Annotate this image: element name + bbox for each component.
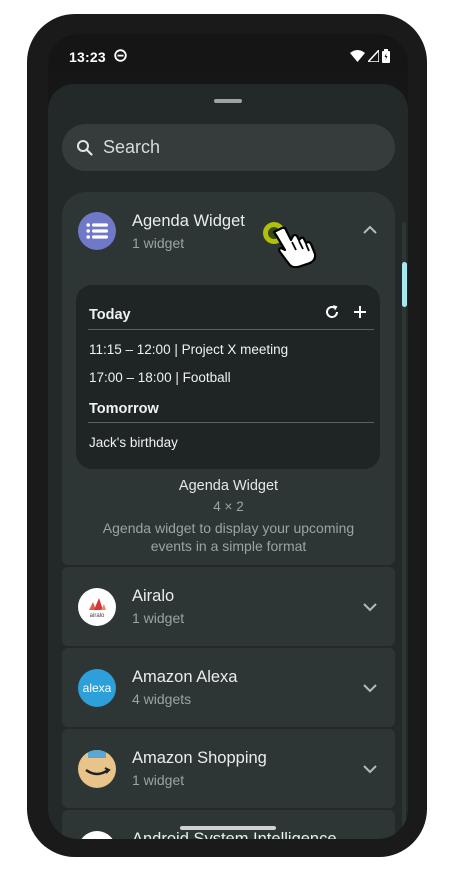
battery-icon: [382, 49, 390, 63]
widget-info: Agenda Widget 4 × 2 Agenda widget to dis…: [62, 478, 395, 555]
app-name: Airalo: [132, 587, 175, 605]
widget-description: Agenda widget to display your upcoming e…: [102, 520, 355, 554]
event-item: Jack's birthday: [89, 435, 178, 450]
gesture-nav-bar[interactable]: [180, 826, 276, 830]
scrollbar-track: [402, 222, 406, 839]
screen: 13:23 Search Agenda Widget 1 widget Toda…: [48, 34, 408, 839]
dnd-icon: [114, 49, 127, 65]
app-header-agenda-widget[interactable]: Agenda Widget 1 widget: [62, 192, 395, 270]
app-name: Amazon Alexa: [132, 668, 238, 686]
status-time: 13:23: [69, 49, 106, 65]
app-row-amazon-alexa[interactable]: alexa Amazon Alexa 4 widgets: [62, 648, 395, 727]
app-name: Amazon Shopping: [132, 749, 267, 767]
chevron-down-icon[interactable]: [361, 600, 379, 614]
drag-handle[interactable]: [214, 99, 242, 103]
cell-signal-icon: [368, 50, 379, 62]
alexa-logo-text: alexa: [82, 681, 112, 695]
preview-actions: [324, 304, 368, 320]
widget-count: 1 widget: [132, 610, 185, 626]
divider: [88, 329, 374, 330]
event-item: 11:15 – 12:00 | Project X meeting: [89, 342, 289, 357]
wifi-icon: [350, 50, 365, 62]
scrollbar-thumb[interactable]: [402, 262, 407, 307]
search-placeholder: Search: [103, 137, 161, 157]
chevron-down-icon[interactable]: [361, 762, 379, 776]
event-item: 17:00 – 18:00 | Football: [89, 370, 231, 385]
app-widget-list: Agenda Widget 1 widget Today 11:15 – 12:…: [62, 192, 395, 839]
status-icons: [350, 49, 390, 63]
today-label: Today: [89, 307, 131, 323]
widget-title: Agenda Widget: [178, 478, 279, 494]
alexa-logo-icon: alexa: [78, 669, 116, 707]
widget-picker-sheet: Search Agenda Widget 1 widget Today 11:1…: [48, 84, 408, 839]
status-bar: 13:23: [48, 34, 408, 84]
plus-icon: [354, 306, 366, 318]
chevron-up-icon[interactable]: [361, 223, 379, 237]
chevron-down-icon[interactable]: [361, 681, 379, 695]
widget-count: 1 widget: [132, 772, 185, 788]
app-name: Android System Intelligence: [132, 830, 337, 839]
refresh-icon: [326, 305, 339, 318]
search-icon: [76, 139, 93, 156]
app-card-agenda-widget: Agenda Widget 1 widget Today 11:15 – 12:…: [62, 192, 395, 565]
app-row-airalo[interactable]: airalo Airalo 1 widget: [62, 567, 395, 646]
list-icon: [78, 212, 116, 250]
app-row-amazon-shopping[interactable]: Amazon Shopping 1 widget: [62, 729, 395, 808]
airalo-logo-icon: airalo: [78, 588, 116, 626]
asi-logo-icon: [78, 831, 116, 839]
divider: [88, 422, 374, 423]
app-name: Agenda Widget: [132, 212, 245, 230]
airalo-logo-text: airalo: [90, 613, 105, 619]
widget-count: 4 widgets: [132, 691, 192, 707]
app-row-android-system-intelligence[interactable]: Android System Intelligence: [62, 810, 395, 839]
tomorrow-label: Tomorrow: [89, 401, 159, 417]
search-bar[interactable]: Search: [62, 124, 395, 171]
agenda-widget-preview[interactable]: Today 11:15 – 12:00 | Project X meeting …: [76, 285, 380, 469]
amazon-logo-icon: [78, 750, 116, 788]
widget-count: 1 widget: [132, 235, 185, 251]
hand-pointer-cursor-icon: [263, 222, 317, 268]
widget-size: 4 × 2: [213, 499, 244, 514]
